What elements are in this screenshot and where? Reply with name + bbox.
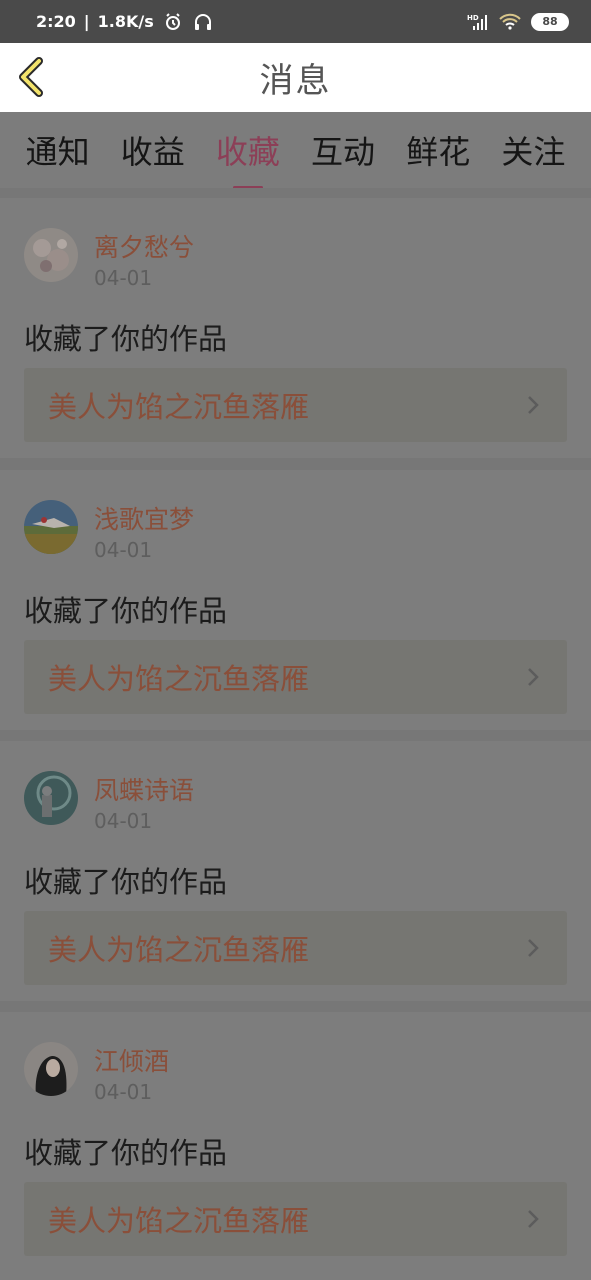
list-item: 凤蝶诗语 04-01 收藏了你的作品 美人为馅之沉鱼落雁: [0, 741, 591, 1001]
navigation-bar: 消息: [0, 43, 591, 112]
chevron-right-icon: [525, 1207, 541, 1231]
work-link[interactable]: 美人为馅之沉鱼落雁: [24, 640, 567, 714]
tab-label: 关注: [501, 133, 566, 171]
work-link[interactable]: 美人为馅之沉鱼落雁: [24, 911, 567, 985]
work-title: 美人为馅之沉鱼落雁: [48, 1204, 310, 1238]
chevron-left-icon: [19, 57, 43, 97]
work-link[interactable]: 美人为馅之沉鱼落雁: [24, 1182, 567, 1256]
username[interactable]: 江倾酒: [94, 1042, 169, 1078]
avatar[interactable]: [24, 1042, 78, 1096]
work-title: 美人为馅之沉鱼落雁: [48, 933, 310, 967]
tab-label: 通知: [25, 133, 90, 171]
hd-signal-icon: HD: [467, 11, 489, 33]
notification-action: 收藏了你的作品: [24, 1136, 228, 1170]
network-speed: 1.8K/s: [97, 12, 154, 31]
avatar[interactable]: [24, 228, 78, 282]
page-title: 消息: [259, 61, 332, 101]
status-time: 2:20: [36, 12, 76, 31]
svg-text:HD: HD: [467, 14, 479, 22]
tab-label: 收益: [120, 133, 185, 171]
tab-flowers[interactable]: 鲜花: [402, 127, 474, 173]
notification-action: 收藏了你的作品: [24, 322, 228, 356]
divider: [0, 458, 591, 470]
chevron-right-icon: [525, 393, 541, 417]
headphones-icon: [192, 11, 214, 33]
status-separator: |: [83, 12, 90, 31]
back-button[interactable]: [14, 57, 48, 97]
chevron-right-icon: [525, 936, 541, 960]
tab-label: 收藏: [215, 133, 280, 171]
chevron-right-icon: [525, 665, 541, 689]
message-tabs: 通知 收益 收藏 互动 鲜花 关注: [0, 112, 591, 189]
work-link[interactable]: 美人为馅之沉鱼落雁: [24, 368, 567, 442]
work-title: 美人为馅之沉鱼落雁: [48, 390, 310, 424]
work-title: 美人为馅之沉鱼落雁: [48, 662, 310, 696]
avatar[interactable]: [24, 771, 78, 825]
tab-follows[interactable]: 关注: [497, 127, 569, 173]
tab-label: 互动: [311, 133, 376, 171]
tab-label: 鲜花: [406, 133, 471, 171]
list-item: 离夕愁兮 04-01 收藏了你的作品 美人为馅之沉鱼落雁: [0, 198, 591, 458]
tab-earnings[interactable]: 收益: [117, 127, 189, 173]
notification-action: 收藏了你的作品: [24, 865, 228, 899]
status-bar: 2:20 | 1.8K/s HD 88: [0, 0, 591, 43]
username[interactable]: 离夕愁兮: [94, 228, 194, 264]
wifi-icon: [499, 11, 521, 33]
list-item: 江倾酒 04-01 收藏了你的作品 美人为馅之沉鱼落雁: [0, 1012, 591, 1272]
tab-interactions[interactable]: 互动: [307, 127, 379, 173]
username[interactable]: 浅歌宜梦: [94, 500, 194, 536]
notification-date: 04-01: [94, 538, 153, 562]
tab-favorites[interactable]: 收藏: [212, 127, 284, 189]
username[interactable]: 凤蝶诗语: [94, 771, 194, 807]
notification-date: 04-01: [94, 809, 153, 833]
notification-date: 04-01: [94, 1080, 153, 1104]
notification-date: 04-01: [94, 266, 153, 290]
tab-notifications[interactable]: 通知: [22, 127, 94, 173]
battery-icon: 88: [531, 12, 569, 31]
avatar[interactable]: [24, 500, 78, 554]
list-item: 浅歌宜梦 04-01 收藏了你的作品 美人为馅之沉鱼落雁: [0, 470, 591, 730]
notification-action: 收藏了你的作品: [24, 594, 228, 628]
alarm-icon: [162, 11, 184, 33]
